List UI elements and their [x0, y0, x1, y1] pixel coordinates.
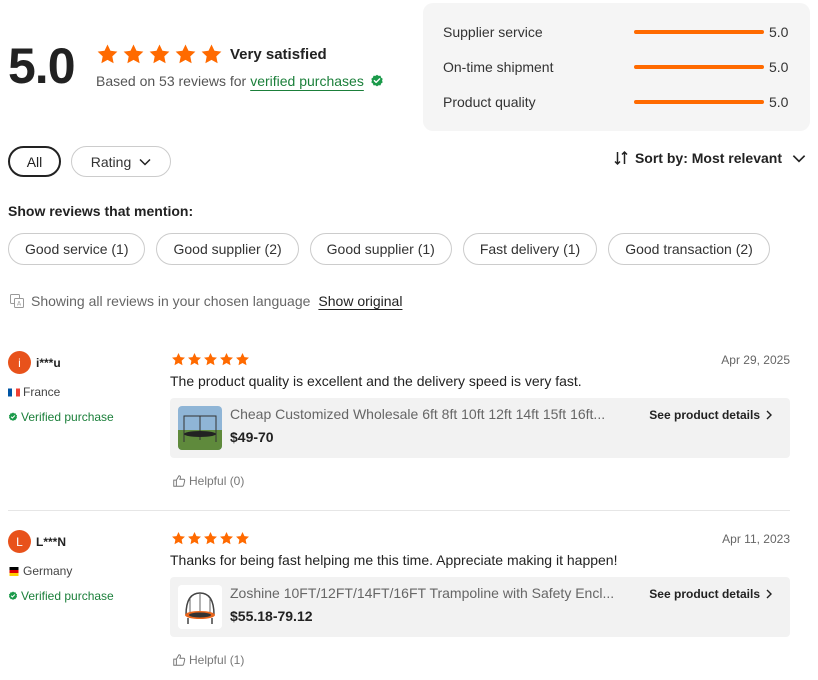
- reviewer-name: i***u: [36, 356, 61, 370]
- star-icon: [204, 531, 217, 545]
- helpful-button[interactable]: Helpful (0): [172, 474, 244, 488]
- mentions-title: Show reviews that mention:: [8, 203, 194, 219]
- product-price: $55.18-79.12: [230, 608, 313, 624]
- review-basis: Based on 53 reviews for verified purchas…: [96, 73, 384, 89]
- satisfaction-label: Very satisfied: [230, 46, 327, 63]
- sort-label: Sort by: Most relevant: [634, 150, 782, 166]
- mention-chip-good-supplier[interactable]: Good supplier (2): [156, 233, 299, 265]
- review-stars: [171, 352, 250, 367]
- rating-label: Supplier service: [443, 24, 543, 40]
- rating-bar: [634, 30, 764, 34]
- sort-icon: [614, 150, 628, 166]
- country-name: Germany: [23, 564, 73, 578]
- reviewer-name: L***N: [36, 535, 67, 549]
- chevron-down-icon: [139, 158, 151, 166]
- rating-value: 5.0: [769, 94, 789, 110]
- trampoline-image: [178, 585, 222, 629]
- star-icon: [172, 531, 185, 545]
- verified-purchase-badge: Verified purchase: [8, 410, 114, 424]
- star-icon: [149, 44, 170, 64]
- see-product-details-label: See product details: [649, 587, 760, 601]
- star-icon: [236, 352, 249, 366]
- rating-row-on-time-shipment: On-time shipment 5.0: [443, 57, 790, 77]
- product-title: Cheap Customized Wholesale 6ft 8ft 10ft …: [230, 406, 606, 422]
- verified-purchases-link[interactable]: verified purchases: [250, 73, 364, 89]
- rating-label: Product quality: [443, 94, 536, 110]
- reviewer-country: France: [8, 385, 60, 399]
- product-thumbnail: [178, 585, 222, 629]
- review-stars: [171, 531, 250, 546]
- verified-purchase-label: Verified purchase: [21, 589, 114, 603]
- mention-chip-fast-delivery[interactable]: Fast delivery (1): [462, 233, 598, 265]
- thumbs-up-icon: [173, 654, 186, 666]
- helpful-label: Helpful (0): [189, 474, 245, 488]
- verified-purchase-badge: Verified purchase: [8, 589, 114, 603]
- language-notice: A Showing all reviews in your chosen lan…: [9, 293, 402, 309]
- filter-rating-dropdown[interactable]: Rating: [71, 146, 171, 177]
- star-icon: [201, 44, 222, 64]
- verified-badge-icon: [371, 74, 383, 87]
- star-icon: [236, 531, 249, 545]
- overall-stars: [96, 43, 223, 66]
- flag-germany-icon: [9, 566, 19, 576]
- star-icon: [220, 531, 233, 545]
- verified-purchase-label: Verified purchase: [21, 410, 114, 424]
- review-date: Apr 11, 2023: [722, 532, 790, 546]
- review-divider: [8, 510, 790, 511]
- rating-row-product-quality: Product quality 5.0: [443, 92, 790, 112]
- review-date: Apr 29, 2025: [721, 353, 790, 367]
- sort-dropdown[interactable]: Sort by: Most relevant: [613, 150, 806, 166]
- chevron-right-icon: [766, 589, 772, 599]
- rating-value: 5.0: [769, 59, 789, 75]
- star-icon: [204, 352, 217, 366]
- star-icon: [123, 44, 144, 64]
- language-text: Showing all reviews in your chosen langu…: [31, 293, 311, 309]
- product-price: $49-70: [230, 429, 274, 445]
- overall-score: 5.0: [8, 38, 76, 94]
- filter-rating-label: Rating: [90, 153, 132, 170]
- rating-label: On-time shipment: [443, 59, 554, 75]
- translate-icon: A: [10, 294, 24, 308]
- rating-value: 5.0: [769, 24, 789, 40]
- see-product-details-link[interactable]: See product details: [649, 408, 772, 422]
- review-text: Thanks for being fast helping me this ti…: [170, 552, 618, 568]
- show-original-link[interactable]: Show original: [318, 293, 402, 309]
- trampoline-image: [178, 406, 222, 450]
- see-product-details-label: See product details: [649, 408, 760, 422]
- verified-badge-icon: [8, 412, 18, 421]
- mention-chip-good-transaction[interactable]: Good transaction (2): [608, 233, 770, 265]
- star-icon: [175, 44, 196, 64]
- helpful-button[interactable]: Helpful (1): [172, 653, 244, 667]
- star-icon: [188, 352, 201, 366]
- star-icon: [97, 44, 118, 64]
- rating-row-supplier-service: Supplier service 5.0: [443, 22, 790, 42]
- rating-bar: [634, 100, 764, 104]
- avatar: i: [8, 351, 31, 374]
- helpful-label: Helpful (1): [189, 653, 245, 667]
- mention-chip-good-service[interactable]: Good service (1): [8, 233, 146, 265]
- flag-france-icon: [8, 388, 20, 396]
- rating-bar: [634, 65, 764, 69]
- avatar: L: [8, 530, 31, 553]
- review-basis-text: Based on 53 reviews for: [96, 73, 247, 89]
- star-icon: [172, 352, 185, 366]
- country-name: France: [23, 385, 61, 399]
- star-icon: [220, 352, 233, 366]
- review-text: The product quality is excellent and the…: [170, 373, 582, 389]
- chevron-right-icon: [766, 410, 772, 420]
- reviewer-country: Germany: [8, 564, 72, 578]
- product-card[interactable]: Cheap Customized Wholesale 6ft 8ft 10ft …: [170, 398, 790, 458]
- mention-chips: Good service (1) Good supplier (2) Good …: [8, 233, 770, 265]
- verified-badge-icon: [8, 591, 18, 600]
- mention-chip-good-supplier[interactable]: Good supplier (1): [309, 233, 452, 265]
- chevron-down-icon: [792, 154, 806, 163]
- product-thumbnail: [178, 406, 222, 450]
- star-icon: [188, 531, 201, 545]
- product-card[interactable]: Zoshine 10FT/12FT/14FT/16FT Trampoline w…: [170, 577, 790, 637]
- ratings-breakdown: Supplier service 5.0 On-time shipment 5.…: [423, 3, 810, 131]
- thumbs-up-icon: [173, 475, 186, 487]
- product-title: Zoshine 10FT/12FT/14FT/16FT Trampoline w…: [230, 585, 615, 601]
- filter-all-button[interactable]: All: [8, 146, 61, 177]
- see-product-details-link[interactable]: See product details: [649, 587, 772, 601]
